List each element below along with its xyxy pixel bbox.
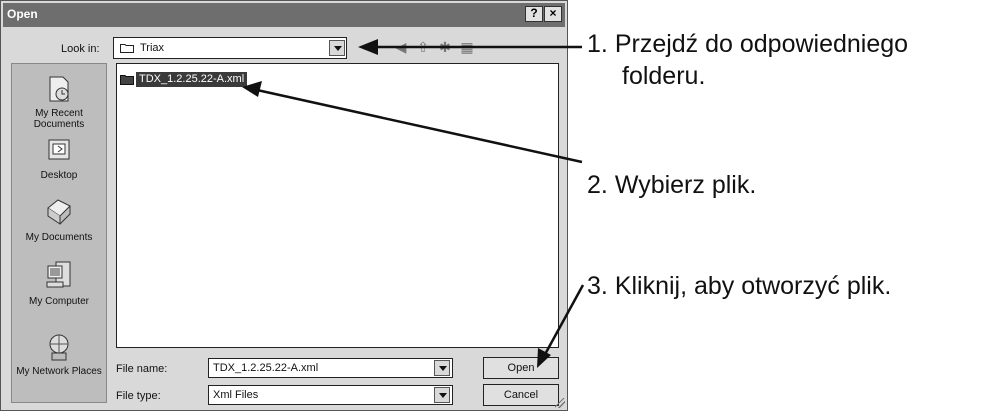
step-number: 2.: [587, 171, 608, 199]
file-name: TDX_1.2.25.22-A.xml: [136, 72, 248, 87]
help-button[interactable]: ?: [525, 6, 543, 22]
place-desktop[interactable]: Desktop: [12, 136, 106, 181]
file-name-field[interactable]: TDX_1.2.25.22-A.xml: [208, 358, 453, 378]
place-my-documents[interactable]: My Documents: [12, 194, 106, 243]
look-in-dropdown-icon[interactable]: [329, 40, 345, 56]
open-button[interactable]: Open: [483, 357, 559, 379]
look-in-label: Look in:: [61, 43, 100, 55]
step-text: Przejdź do odpowiedniego: [614, 30, 909, 58]
desktop-icon: [48, 139, 70, 160]
views-menu-icon[interactable]: ▦: [457, 37, 477, 57]
look-in-combo[interactable]: Triax: [113, 37, 347, 59]
place-my-network-places[interactable]: My Network Places: [12, 332, 106, 377]
my-computer-icon: [46, 261, 71, 288]
annotation-step-1: 1. Przejdź do odpowiedniego: [587, 28, 908, 61]
place-label: My Documents: [25, 232, 93, 243]
file-name-dropdown-icon[interactable]: [434, 360, 450, 376]
file-type-select[interactable]: Xml Files: [208, 385, 453, 405]
my-network-places-icon: [49, 334, 69, 361]
back-icon[interactable]: ◀: [391, 37, 411, 57]
folder-icon: [120, 44, 134, 53]
place-recent-documents[interactable]: My Recent Documents: [12, 74, 106, 130]
close-button[interactable]: ×: [544, 6, 562, 22]
step-number: 1.: [587, 30, 608, 58]
cancel-button[interactable]: Cancel: [483, 384, 559, 406]
place-label: Desktop: [40, 170, 78, 181]
open-dialog: Open ? × Look in: Triax ◀ ⇧ ✱ ▦ My Recen…: [0, 0, 568, 411]
my-documents-icon: [47, 199, 71, 225]
folder-icon: [120, 75, 134, 85]
place-label: My Recent Documents: [33, 108, 85, 130]
dialog-title: Open: [7, 7, 38, 21]
step-text: Kliknij, aby otworzyć plik.: [614, 272, 892, 300]
annotation-step-1-cont: folderu.: [622, 62, 706, 90]
place-my-computer[interactable]: My Computer: [12, 258, 106, 307]
file-name-label: File name:: [116, 363, 168, 375]
title-bar: Open ? ×: [3, 3, 565, 27]
annotation-step-3: 3. Kliknij, aby otworzyć plik.: [587, 270, 891, 303]
file-type-dropdown-icon[interactable]: [434, 387, 450, 403]
places-bar: My Recent Documents Desktop My Documents: [11, 63, 107, 403]
look-in-value: Triax: [140, 42, 165, 54]
place-label: My Computer: [28, 296, 89, 307]
resize-grip[interactable]: [555, 398, 565, 408]
up-folder-icon[interactable]: ⇧: [413, 37, 433, 57]
navigation-toolbar: ◀ ⇧ ✱ ▦: [353, 37, 483, 59]
file-type-label: File type:: [116, 390, 161, 402]
annotation-step-2: 2. Wybierz plik.: [587, 169, 756, 202]
step-text: Wybierz plik.: [614, 171, 757, 199]
recent-documents-icon: [49, 76, 69, 102]
file-list[interactable]: TDX_1.2.25.22-A.xml: [116, 63, 559, 348]
place-label: My Network Places: [16, 366, 102, 377]
step-number: 3.: [587, 272, 608, 300]
new-folder-icon[interactable]: ✱: [435, 37, 455, 57]
